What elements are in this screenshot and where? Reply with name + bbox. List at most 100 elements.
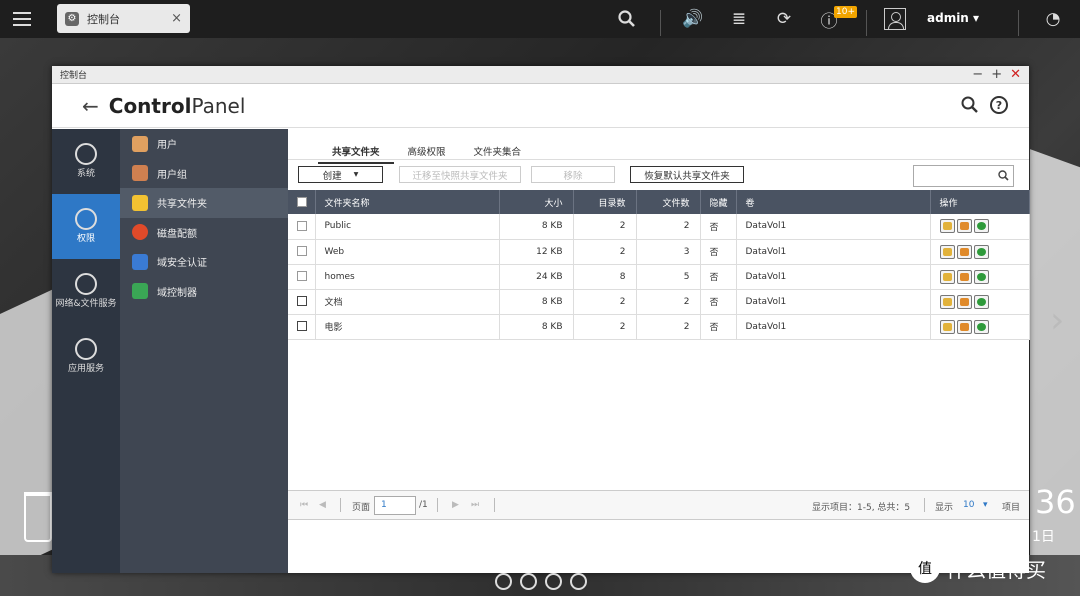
dock-grid-icon[interactable] — [544, 572, 562, 590]
refresh-icon[interactable] — [973, 269, 989, 284]
dock-cloud-icon[interactable] — [494, 572, 512, 590]
cell-name: homes — [315, 264, 500, 290]
nav-item-app-services[interactable]: 应用服务 — [52, 324, 120, 389]
migrate-snapshot-button[interactable]: 迁移至快照共享文件夹 — [399, 166, 521, 183]
refresh-icon[interactable] — [973, 219, 989, 234]
refresh-icon[interactable] — [973, 244, 989, 259]
main-content: 共享文件夹 高级权限 文件夹集合 创建 ▾ 迁移至快照共享文件夹 移除 恢复默认… — [288, 129, 1030, 573]
stack-icon[interactable]: ≣ — [728, 8, 750, 30]
sub-item-domain-security[interactable]: 域安全认证 — [120, 247, 288, 277]
minimize-button[interactable]: − — [972, 67, 983, 82]
nav-item-permissions[interactable]: 权限 — [52, 194, 120, 259]
sub-item-disk-quota[interactable]: 磁盘配额 — [120, 218, 288, 248]
search-icon[interactable] — [616, 8, 638, 30]
dock-edit-icon[interactable] — [569, 572, 587, 590]
dock-tools-icon[interactable] — [519, 572, 537, 590]
refresh-icon[interactable] — [973, 294, 989, 309]
row-checkbox[interactable] — [288, 214, 316, 240]
create-dropdown-button[interactable]: 创建 ▾ — [298, 166, 383, 183]
column-header-hidden[interactable]: 隐藏 — [700, 190, 737, 214]
edit-icon[interactable] — [939, 319, 955, 334]
page-number-input[interactable]: 1 — [374, 496, 416, 515]
sub-item-user-groups[interactable]: 用户组 — [120, 159, 288, 189]
tab-shared-folders[interactable]: 共享文件夹 — [318, 141, 394, 164]
close-window-button[interactable]: ✕ — [1010, 67, 1021, 82]
remove-button[interactable]: 移除 — [531, 166, 615, 183]
cell-dirs: 8 — [573, 264, 637, 290]
search-input[interactable] — [913, 165, 1014, 187]
cell-hidden: 否 — [700, 239, 737, 265]
maximize-button[interactable]: + — [991, 67, 1002, 82]
watermark-text: 什么值得买 — [946, 557, 1046, 582]
permission-icon[interactable] — [956, 319, 972, 334]
sync-icon[interactable]: ⟳ — [773, 8, 795, 30]
permission-icon[interactable] — [956, 269, 972, 284]
nav-item-system[interactable]: 系统 — [52, 129, 120, 194]
select-all-checkbox[interactable] — [288, 190, 316, 214]
sub-item-shared-folders[interactable]: 共享文件夹 — [120, 188, 288, 218]
table-row[interactable]: Web 12 KB 2 3 否 DataVol1 — [288, 239, 1030, 265]
row-checkbox[interactable] — [288, 264, 316, 290]
main-menu-button[interactable] — [0, 0, 44, 38]
first-page-icon[interactable]: ⏮ — [300, 500, 308, 510]
sub-item-domain-controller[interactable]: 域控制器 — [120, 277, 288, 307]
window-titlebar[interactable]: 控制台 − + ✕ — [52, 66, 1029, 84]
permission-icon[interactable] — [956, 244, 972, 259]
search-icon[interactable] — [961, 96, 979, 114]
column-header-size[interactable]: 大小 — [499, 190, 574, 214]
toolbar: 创建 ▾ 迁移至快照共享文件夹 移除 恢复默认共享文件夹 — [298, 165, 1023, 187]
cell-files: 2 — [636, 314, 701, 340]
prev-page-icon[interactable]: ◀ — [319, 500, 326, 510]
desktop-decoration — [1030, 149, 1080, 591]
edit-icon[interactable] — [939, 294, 955, 309]
restore-default-button[interactable]: 恢复默认共享文件夹 — [630, 166, 744, 183]
trash-icon[interactable] — [24, 492, 52, 542]
dashboard-icon[interactable]: ◔ — [1042, 8, 1064, 30]
permission-icon[interactable] — [956, 219, 972, 234]
table-row[interactable]: 电影 8 KB 2 2 否 DataVol1 — [288, 314, 1030, 340]
hamburger-icon — [13, 12, 31, 26]
sub-item-label: 磁盘配额 — [157, 228, 197, 240]
edit-icon[interactable] — [939, 269, 955, 284]
column-header-actions: 操作 — [930, 190, 1030, 214]
edit-icon[interactable] — [939, 219, 955, 234]
watermark-logo: 值 — [910, 553, 940, 583]
speaker-icon[interactable]: 🔊 — [682, 8, 704, 30]
row-checkbox[interactable] — [288, 314, 316, 340]
column-header-volume[interactable]: 卷 — [736, 190, 931, 214]
cell-size: 8 KB — [499, 289, 574, 315]
back-arrow-icon[interactable]: ← — [82, 94, 99, 118]
next-page-icon[interactable]: ▶ — [452, 500, 459, 510]
cell-volume: DataVol1 — [736, 239, 931, 265]
cell-dirs: 2 — [573, 239, 637, 265]
permission-icon[interactable] — [956, 294, 972, 309]
refresh-icon[interactable] — [973, 319, 989, 334]
column-header-dirs[interactable]: 目录数 — [573, 190, 637, 214]
cell-actions — [930, 239, 1030, 265]
tab-advanced-permissions[interactable]: 高级权限 — [394, 141, 460, 164]
nav-item-network-file-services[interactable]: 网络&文件服务 — [52, 259, 120, 324]
close-icon[interactable]: × — [171, 11, 182, 26]
row-checkbox[interactable] — [288, 239, 316, 265]
app-tab-control-panel[interactable]: ⚙ 控制台 × — [57, 4, 190, 33]
divider — [866, 10, 867, 36]
last-page-icon[interactable]: ⏭ — [471, 500, 479, 510]
user-menu[interactable]: admin ▾ — [927, 11, 979, 25]
per-page-select[interactable]: 10 ▾ — [963, 500, 988, 510]
tab-folder-aggregation[interactable]: 文件夹集合 — [460, 141, 536, 164]
column-header-files[interactable]: 文件数 — [636, 190, 701, 214]
table-row[interactable]: Public 8 KB 2 2 否 DataVol1 — [288, 214, 1030, 240]
user-name: admin — [927, 11, 969, 25]
table-row[interactable]: homes 24 KB 8 5 否 DataVol1 — [288, 264, 1030, 290]
user-avatar-icon[interactable] — [884, 8, 906, 30]
cell-hidden: 否 — [700, 314, 737, 340]
column-header-name[interactable]: 文件夹名称 — [315, 190, 500, 214]
table-row[interactable]: 文档 8 KB 2 2 否 DataVol1 — [288, 289, 1030, 315]
help-icon[interactable]: ? — [990, 96, 1008, 114]
edit-icon[interactable] — [939, 244, 955, 259]
cell-dirs: 2 — [573, 289, 637, 315]
row-checkbox[interactable] — [288, 289, 316, 315]
chevron-right-icon[interactable]: › — [1050, 300, 1064, 341]
sub-item-users[interactable]: 用户 — [120, 129, 288, 159]
cell-actions — [930, 314, 1030, 340]
